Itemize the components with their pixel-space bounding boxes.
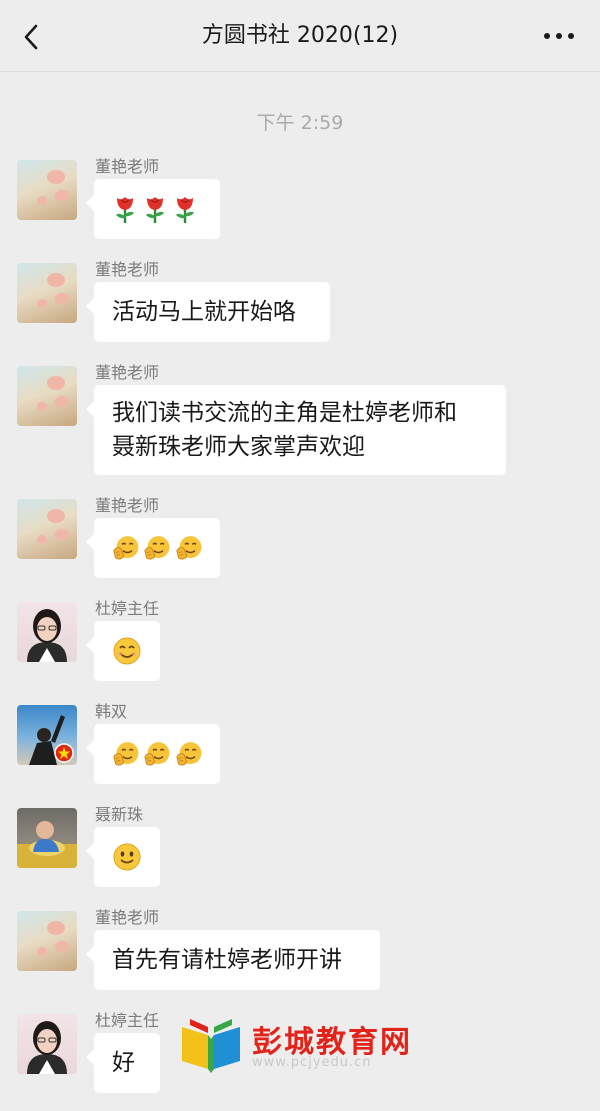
smile-emoji [112,636,142,666]
message-bubble[interactable]: 活动马上就开始咯 [86,282,330,342]
sender-name: 聂新珠 [95,805,144,824]
message-text: 活动马上就开始咯 [112,299,296,325]
message-text: 好 [112,1050,135,1076]
sender-name: 董艳老师 [95,260,160,279]
message-bubble[interactable] [86,179,220,239]
chat-header: 方圆书社 2020(12) [0,0,600,72]
avatar[interactable] [17,808,77,868]
sender-name: 董艳老师 [95,157,160,176]
avatar[interactable] [17,263,77,323]
person-photo [27,1021,67,1074]
sender-name: 杜婷主任 [95,599,160,618]
avatar[interactable] [17,366,77,426]
book-logo-icon [182,1019,240,1073]
message-text-line: 我们读书交流的主角是杜婷老师和 [112,400,457,426]
person-photo [17,821,77,868]
clapping-face-emoji [112,534,139,562]
more-options-icon[interactable] [544,30,576,42]
message-bubble[interactable]: 首先有请杜婷老师开讲 [86,930,380,990]
clapping-face-emoji [175,740,202,768]
avatar[interactable] [17,602,77,662]
avatar[interactable] [17,499,77,559]
site-watermark: 彭城教育网 www.pcjyedu.cn [178,1013,418,1077]
clapping-face-emoji [143,534,170,562]
chat-title: 方圆书社 2020(12) [201,23,399,48]
watermark-url: www.pcjyedu.cn [252,1055,372,1070]
clapping-face-emoji [143,740,170,768]
sender-name: 董艳老师 [95,908,160,927]
sender-name: 董艳老师 [95,496,160,515]
message-bubble[interactable]: 好 [86,1033,160,1093]
avatar[interactable] [17,1014,77,1074]
message-timestamp: 下午 2:59 [256,112,344,134]
person-photo [29,715,74,765]
rose-emoji [172,194,198,224]
avatar[interactable] [17,911,77,971]
message-bubble[interactable] [86,621,160,681]
message-bubble[interactable] [86,827,160,887]
avatar[interactable] [17,705,77,765]
rose-emoji [142,194,168,224]
message-bubble[interactable] [86,518,220,578]
slight-smile-emoji [112,842,142,872]
sender-name: 董艳老师 [95,363,160,382]
clapping-face-emoji [112,740,139,768]
clapping-face-emoji [175,534,202,562]
sender-name: 韩双 [95,702,128,721]
message-bubble[interactable] [86,724,220,784]
avatar[interactable] [17,160,77,220]
message-bubble[interactable]: 我们读书交流的主角是杜婷老师和 聂新珠老师大家掌声欢迎 [86,385,506,475]
message-text-line: 聂新珠老师大家掌声欢迎 [112,434,365,460]
rose-emoji [112,194,138,224]
message-text: 首先有请杜婷老师开讲 [112,947,342,973]
sender-name: 杜婷主任 [95,1011,160,1030]
person-photo [27,609,67,662]
